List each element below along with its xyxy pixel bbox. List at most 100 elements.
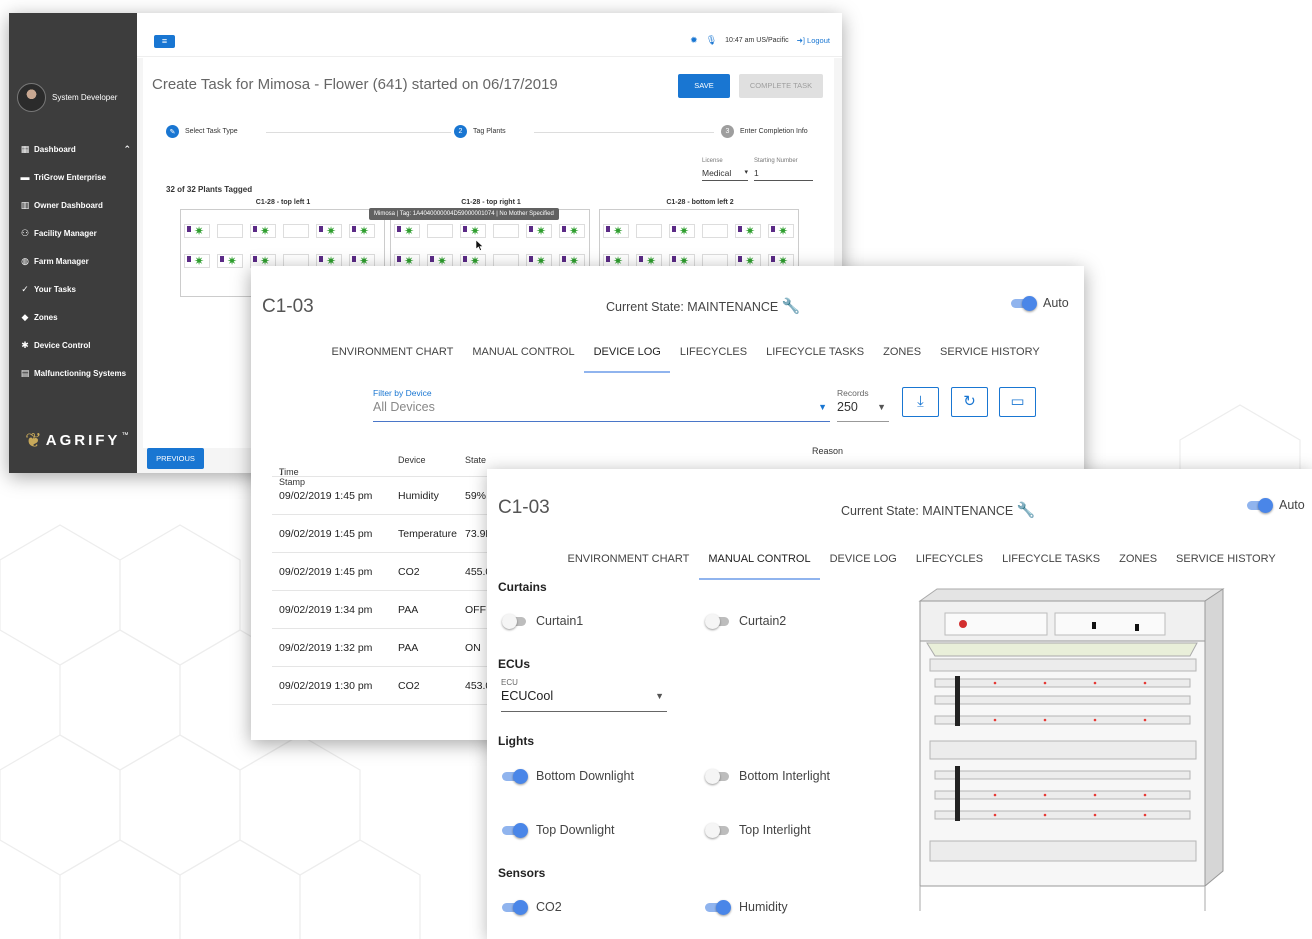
previous-button[interactable]: PREVIOUS [147,448,204,469]
top-downlight-switch[interactable] [502,823,528,838]
sidebar-item-zones[interactable]: ◆ Zones [19,303,131,331]
step-select-task-type[interactable]: ✎ Select Task Type [166,125,238,138]
grow-cabinet-illustration [918,588,1225,911]
calendar-button[interactable]: ▭ [999,387,1036,417]
sidebar-item-trigrow-enterprise[interactable]: ▬ TriGrow Enterprise [19,163,131,191]
bottom-downlight-switch[interactable] [502,769,528,784]
co2-sensor-toggle[interactable]: CO2 [502,900,562,915]
sidebar-item-dashboard[interactable]: ▦ Dashboard ⌃ [19,135,131,163]
plant-cell[interactable] [493,224,519,238]
plant-cell[interactable]: ✷ [184,254,210,268]
tab-device-log[interactable]: DEVICE LOG [584,341,671,373]
auto-toggle[interactable]: Auto [1011,296,1069,311]
curtain2-switch[interactable] [705,614,729,629]
plant-cell[interactable]: ✷ [460,224,486,238]
tab-service-history[interactable]: SERVICE HISTORY [931,341,1050,373]
top-interlight-toggle[interactable]: Top Interlight [705,823,811,838]
plant-cell[interactable]: ✷ [526,224,552,238]
column-device[interactable]: Device [398,455,426,465]
plant-cell[interactable] [702,224,728,238]
bottom-downlight-toggle[interactable]: Bottom Downlight [502,769,634,784]
tab-manual-control[interactable]: MANUAL CONTROL [698,548,821,580]
records-select[interactable]: 250 ▼ [837,400,889,422]
menu-button[interactable]: ≡ [154,35,175,48]
tab-lifecycle-tasks[interactable]: LIFECYCLE TASKS [993,548,1110,580]
sidebar-item-facility-manager[interactable]: ⚇ Facility Manager [19,219,131,247]
step-tag-plants[interactable]: 2 Tag Plants [454,125,506,138]
auto-switch[interactable] [1247,498,1273,513]
plant-cell[interactable]: ✷ [394,224,420,238]
step-label: Tag Plants [473,128,506,135]
user-profile[interactable]: System Developer [17,83,117,112]
plant-cell[interactable] [427,224,453,238]
sidebar-item-owner-dashboard[interactable]: ▥ Owner Dashboard [19,191,131,219]
plant-cell[interactable]: ✷ [250,224,276,238]
curtain2-toggle[interactable]: Curtain2 [705,614,786,629]
filter-by-device-select[interactable]: All Devices ▼ [373,400,830,422]
plant-tag-marker [771,256,775,262]
download-button[interactable]: ⤓ [902,387,939,417]
bottom-interlight-switch[interactable] [705,769,729,784]
top-interlight-switch[interactable] [705,823,729,838]
tab-lifecycles[interactable]: LIFECYCLES [670,341,756,373]
curtain1-switch[interactable] [502,614,526,629]
switch-knob [705,823,720,838]
sidebar-item-farm-manager[interactable]: ◍ Farm Manager [19,247,131,275]
bottom-interlight-toggle[interactable]: Bottom Interlight [705,769,830,784]
plant-cell[interactable]: ✷ [559,224,585,238]
save-button[interactable]: SAVE [678,74,730,98]
humidity-sensor-toggle[interactable]: Humidity [705,900,788,915]
plant-cell[interactable] [636,224,662,238]
tab-environment-chart[interactable]: ENVIRONMENT CHART [558,548,699,580]
tab-lifecycle-tasks[interactable]: LIFECYCLE TASKS [757,341,874,373]
plant-cell[interactable]: ✷ [603,224,629,238]
plant-tag-marker [253,226,257,232]
microphone-icon[interactable]: 🎙 [706,35,717,46]
column-state[interactable]: State [465,455,486,465]
license-select[interactable]: Medical ▾ [702,168,748,181]
auto-toggle[interactable]: Auto [1247,498,1305,513]
trademark-mark: ™ [121,432,129,439]
logo-text: AGRIFY [45,432,121,449]
tab-manual-control[interactable]: MANUAL CONTROL [463,341,584,373]
plant-cell[interactable]: ✷ [735,224,761,238]
plant-cell[interactable]: ✷ [768,224,794,238]
logout-link[interactable]: ➜] Logout [797,36,830,45]
starting-number-input[interactable]: 1 [754,168,813,181]
step-enter-completion-info[interactable]: 3 Enter Completion Info [721,125,808,138]
tab-device-log[interactable]: DEVICE LOG [820,548,906,580]
arrow-down-icon: ↓ [279,467,284,477]
complete-task-button[interactable]: COMPLETE TASK [739,74,823,98]
bug-icon[interactable]: ✹ [690,35,698,46]
co2-sensor-switch[interactable] [502,900,528,915]
top-downlight-toggle[interactable]: Top Downlight [502,823,615,838]
plant-cell[interactable]: ✷ [184,224,210,238]
tab-environment-chart[interactable]: ENVIRONMENT CHART [322,341,463,373]
sidebar-item-device-control[interactable]: ✱ Device Control [19,331,131,359]
step-label: Enter Completion Info [740,128,808,135]
plant-cell[interactable]: ✷ [669,224,695,238]
filter-by-device-label: Filter by Device [373,388,432,398]
auto-switch[interactable] [1011,296,1037,311]
plant-cell[interactable]: ✷ [349,224,375,238]
tab-service-history[interactable]: SERVICE HISTORY [1167,548,1286,580]
plant-cell[interactable] [283,224,309,238]
dropdown-arrow-icon: ▾ [744,169,748,176]
cannabis-leaf-icon: ✷ [745,224,756,238]
plant-cell[interactable]: ✷ [217,254,243,268]
plant-cell[interactable] [217,224,243,238]
tab-zones[interactable]: ZONES [874,341,931,373]
refresh-button[interactable]: ↻ [951,387,988,417]
logout-icon: ➜] [796,36,805,45]
humidity-sensor-switch[interactable] [705,900,731,915]
tab-lifecycles[interactable]: LIFECYCLES [906,548,992,580]
column-reason[interactable]: Reason [812,446,843,456]
ecu-select[interactable]: ECUCool ▼ [501,689,667,712]
chevron-up-icon[interactable]: ⌃ [123,144,131,155]
sidebar-item-malfunctioning-systems[interactable]: ▤ Malfunctioning Systems [19,359,131,387]
curtain1-toggle[interactable]: Curtain1 [502,614,583,629]
sidebar-item-your-tasks[interactable]: ✓ Your Tasks [19,275,131,303]
plant-cell[interactable]: ✷ [316,224,342,238]
tab-zones[interactable]: ZONES [1110,548,1167,580]
unit-title: C1-03 [498,497,550,518]
